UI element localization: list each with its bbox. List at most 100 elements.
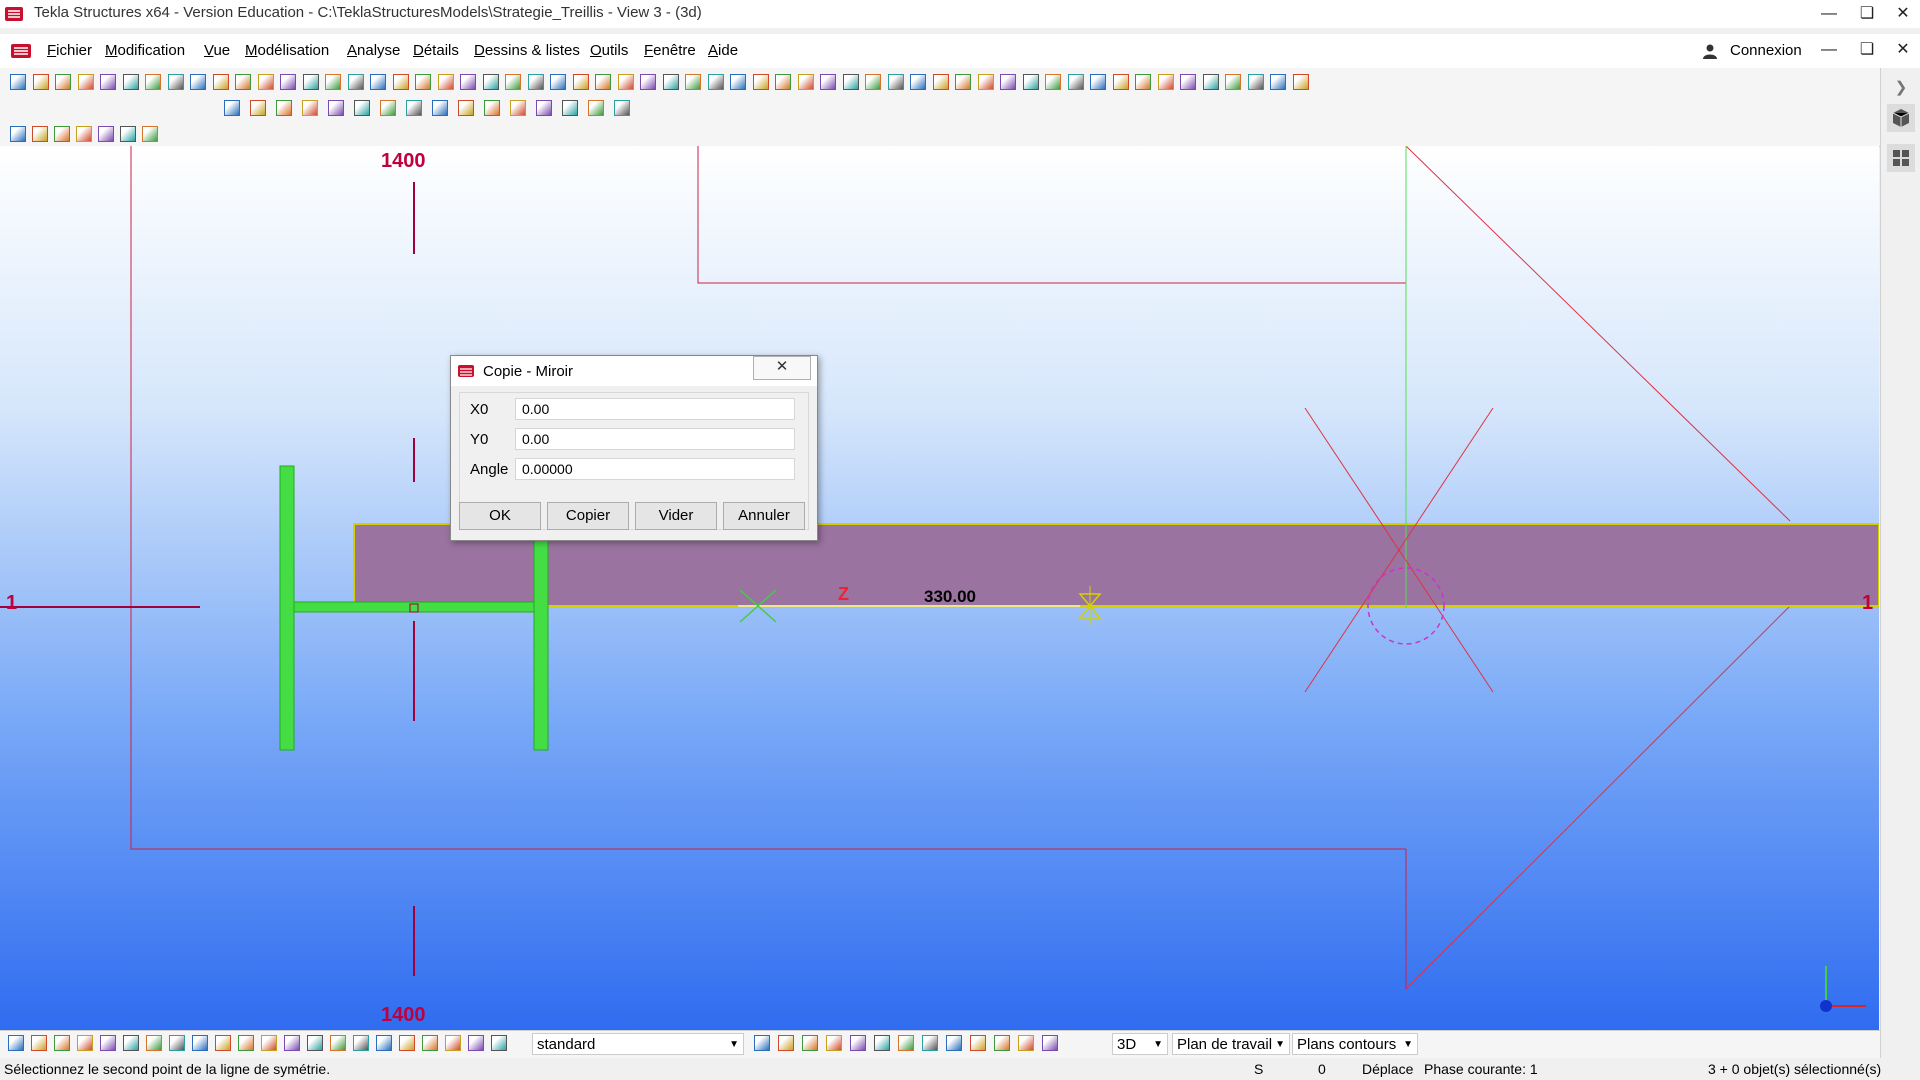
toolbar-tool-icon[interactable] [797,74,814,90]
toolbar-tool-icon[interactable] [169,1035,185,1051]
toolbar-tool-icon[interactable] [595,74,611,90]
menu-details[interactable]: Détails [413,42,459,59]
toolbar-tool-icon[interactable] [910,74,926,90]
3d-box-icon[interactable] [1887,104,1915,132]
toolbar-tool-icon[interactable] [76,126,92,142]
menu-aide[interactable]: Aide [708,42,738,59]
toolbar-tool-icon[interactable] [280,74,296,90]
toolbar-tool-icon[interactable] [491,1035,507,1051]
contour-planes-dropdown[interactable]: Plans contours ▼ [1292,1033,1418,1055]
toolbar-tool-icon[interactable] [1225,74,1241,90]
toolbar-tool-icon[interactable] [527,74,544,90]
toolbar-tool-icon[interactable] [1270,74,1286,90]
toolbar-tool-icon[interactable] [215,1035,231,1051]
toolbar-tool-icon[interactable] [370,74,386,90]
toolbar-tool-icon[interactable] [946,1035,962,1051]
toolbar-tool-icon[interactable] [536,100,552,116]
toolbar-tool-icon[interactable] [754,1035,770,1051]
menu-outils[interactable]: Outils [590,42,628,59]
toolbar-tool-icon[interactable] [482,74,499,90]
menu-analyse[interactable]: Analyse [347,42,400,59]
toolbar-tool-icon[interactable] [932,74,949,90]
toolbar-tool-icon[interactable] [614,100,630,116]
doc-close-button[interactable]: ✕ [1880,36,1920,64]
toolbar-tool-icon[interactable] [145,74,161,90]
toolbar-tool-icon[interactable] [1180,74,1196,90]
menu-modification[interactable]: Modification [105,42,185,59]
toolbar-tool-icon[interactable] [190,74,206,90]
toolbar-tool-icon[interactable] [276,100,292,116]
toolbar-tool-icon[interactable] [1042,1035,1058,1051]
toolbar-tool-icon[interactable] [887,74,904,90]
toolbar-tool-icon[interactable] [874,1035,890,1051]
model-view-3d[interactable]: 1400 1400 1 1 330.00 Z [0,146,1879,1030]
toolbar-tool-icon[interactable] [826,1035,842,1051]
toolbar-tool-icon[interactable] [1000,74,1016,90]
clear-button[interactable]: Vider [635,502,717,530]
expand-chevron-icon[interactable]: ❯ [1887,74,1915,102]
toolbar-tool-icon[interactable] [380,100,396,116]
menu-dessins-listes[interactable]: Dessins & listes [474,42,580,59]
toolbar-tool-icon[interactable] [32,74,49,90]
toolbar-tool-icon[interactable] [562,100,578,116]
toolbar-tool-icon[interactable] [250,100,266,116]
menu-vue[interactable]: Vue [204,42,230,59]
toolbar-tool-icon[interactable] [302,74,319,90]
toolbar-tool-icon[interactable] [1018,1035,1034,1051]
toolbar-tool-icon[interactable] [662,74,679,90]
menu-fichier[interactable]: Fichier [47,42,92,59]
toolbar-tool-icon[interactable] [865,74,881,90]
toolbar-tool-icon[interactable] [588,100,604,116]
toolbar-tool-icon[interactable] [707,74,724,90]
toolbar-tool-icon[interactable] [898,1035,914,1051]
toolbar-tool-icon[interactable] [1202,74,1219,90]
toolbar-tool-icon[interactable] [468,1035,484,1051]
toolbar-tool-icon[interactable] [977,74,994,90]
toolbar-tool-icon[interactable] [820,74,836,90]
copy-button[interactable]: Copier [547,502,629,530]
toolbar-tool-icon[interactable] [77,1035,93,1051]
toolbar-tool-icon[interactable] [77,74,94,90]
toolbar-tool-icon[interactable] [1090,74,1106,90]
toolbar-tool-icon[interactable] [353,1035,369,1051]
toolbar-tool-icon[interactable] [100,74,116,90]
toolbar-tool-icon[interactable] [432,100,448,116]
toolbar-tool-icon[interactable] [1045,74,1061,90]
toolbar-tool-icon[interactable] [842,74,859,90]
toolbar-tool-icon[interactable] [458,100,474,116]
toolbar-tool-icon[interactable] [572,74,589,90]
close-button[interactable]: ✕ [1880,0,1920,28]
toolbar-tool-icon[interactable] [284,1035,300,1051]
toolbar-tool-icon[interactable] [392,74,409,90]
toolbar-tool-icon[interactable] [994,1035,1010,1051]
angle-input[interactable] [515,458,795,480]
toolbar-tool-icon[interactable] [235,74,251,90]
toolbar-tool-icon[interactable] [328,100,344,116]
toolbar-tool-icon[interactable] [32,126,48,142]
view-mode-dropdown[interactable]: 3D ▼ [1112,1033,1168,1055]
toolbar-tool-icon[interactable] [437,74,454,90]
toolbar-tool-icon[interactable] [98,126,114,142]
toolbar-tool-icon[interactable] [257,74,274,90]
toolbar-tool-icon[interactable] [120,126,136,142]
x0-input[interactable] [515,398,795,420]
toolbar-tool-icon[interactable] [1247,74,1264,90]
toolbar-tool-icon[interactable] [1157,74,1174,90]
menu-modelisation[interactable]: Modélisation [245,42,329,59]
toolbar-tool-icon[interactable] [354,100,370,116]
toolbar-tool-icon[interactable] [142,126,158,142]
toolbar-tool-icon[interactable] [415,74,431,90]
toolbar-tool-icon[interactable] [55,74,71,90]
toolbar-tool-icon[interactable] [1022,74,1039,90]
toolbar-tool-icon[interactable] [850,1035,866,1051]
toolbar-tool-icon[interactable] [100,1035,116,1051]
toolbar-tool-icon[interactable] [445,1035,461,1051]
toolbar-tool-icon[interactable] [1112,74,1129,90]
work-plane-dropdown[interactable]: Plan de travail ▼ [1172,1033,1290,1055]
toolbar-tool-icon[interactable] [1067,74,1084,90]
toolbar-tool-icon[interactable] [31,1035,47,1051]
ok-button[interactable]: OK [459,502,541,530]
toolbar-tool-icon[interactable] [922,1035,938,1051]
toolbar-tool-icon[interactable] [123,1035,139,1051]
toolbar-tool-icon[interactable] [406,100,422,116]
